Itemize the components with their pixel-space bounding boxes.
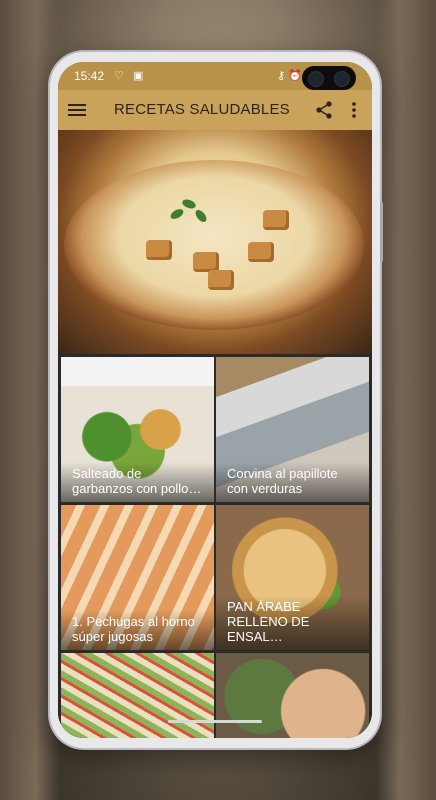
recipe-title: Corvina al papillote con verduras (216, 462, 369, 502)
status-bar: 15:42 ♡ ▣ ⚷ ⏰ (58, 62, 372, 90)
front-camera (302, 66, 356, 90)
camera-lens-icon (308, 71, 324, 87)
recipe-image (61, 653, 214, 738)
status-time: 15:42 (74, 69, 105, 83)
recipe-card[interactable]: PAN ÁRABE RELLENO DE ENSAL… (216, 505, 369, 650)
status-left-icons: ♡ ▣ (114, 69, 146, 82)
recipe-card[interactable] (216, 653, 369, 738)
recipe-card[interactable]: Corvina al papillote con verduras (216, 357, 369, 502)
app-title: RECETAS SALUDABLES (114, 101, 290, 118)
side-button (380, 202, 383, 262)
recipe-grid: Salteado de garbanzos con pollo… Corvina… (58, 354, 372, 738)
crouton (248, 242, 274, 262)
recipe-title: Salteado de garbanzos con pollo… (61, 462, 214, 502)
menu-icon[interactable] (68, 101, 86, 119)
app-bar: RECETAS SALUDABLES (58, 90, 372, 130)
crouton (263, 210, 289, 230)
camera-lens-icon (334, 71, 350, 87)
share-icon[interactable] (314, 100, 334, 120)
hero-image-soup (58, 130, 372, 354)
key-icon: ⚷ (277, 70, 286, 82)
crouton (146, 240, 172, 260)
more-vert-icon[interactable] (346, 100, 362, 120)
screen: 15:42 ♡ ▣ ⚷ ⏰ RECETAS SALUDABLES Saltead… (58, 62, 372, 738)
status-right-icons: ⚷ ⏰ (277, 69, 302, 82)
recipe-image (216, 653, 369, 738)
crouton (193, 252, 219, 272)
recipe-title: PAN ÁRABE RELLENO DE ENSAL… (216, 595, 369, 650)
soup-bowl (64, 160, 364, 330)
crouton (208, 270, 234, 290)
background-blur-right (376, 0, 436, 800)
heart-shield-icon: ♡ (114, 70, 127, 82)
recipe-card[interactable] (61, 653, 214, 738)
download-box-icon: ▣ (132, 70, 147, 82)
recipe-card[interactable]: 1. Pechugas al horno súper jugosas (61, 505, 214, 650)
recipe-title: 1. Pechugas al horno súper jugosas (61, 610, 214, 650)
alarm-icon: ⏰ (288, 70, 302, 82)
gesture-nav-bar[interactable] (168, 720, 262, 723)
phone-frame: 15:42 ♡ ▣ ⚷ ⏰ RECETAS SALUDABLES Saltead… (50, 52, 383, 748)
recipe-card[interactable]: Salteado de garbanzos con pollo… (61, 357, 214, 502)
